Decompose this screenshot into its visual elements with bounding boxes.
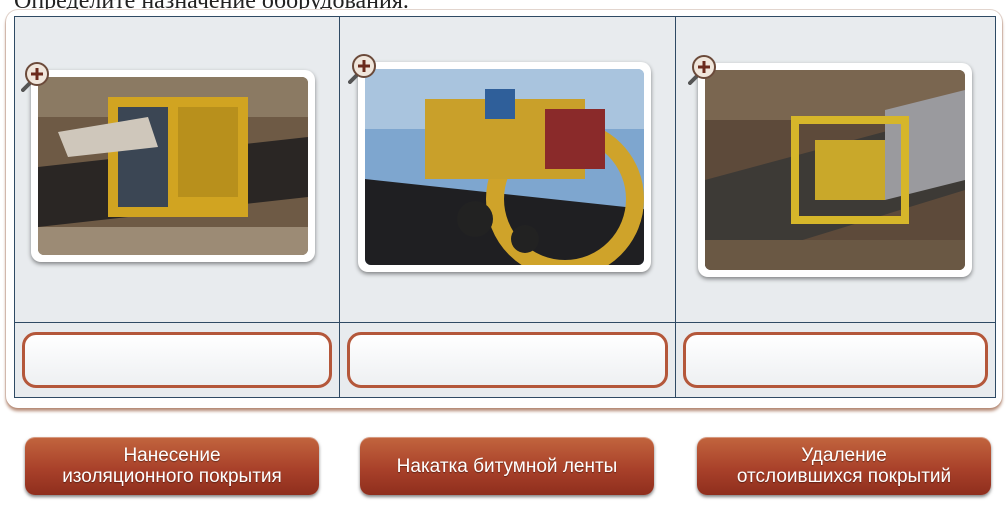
answer-button-label-line1: Нанесение [123,445,221,466]
answer-cell-2 [340,323,676,397]
answer-cell-1 [15,323,340,397]
zoom-in-icon[interactable] [21,60,53,92]
matching-grid [14,16,996,398]
photo-cell-2 [340,17,676,323]
drop-slot-2[interactable] [347,332,668,388]
answer-button-label-line2: отслоившихся покрытий [736,466,952,487]
answer-cell-3 [676,323,995,397]
photo-insulation-machine [38,77,308,255]
photo-card-1[interactable] [21,62,315,262]
photo-cell-1 [15,17,340,323]
photo-cell-3 [676,17,995,323]
answer-button-insulation-coating[interactable]: Нанесение изоляционного покрытия [25,437,319,495]
zoom-in-icon[interactable] [688,53,720,85]
photo-tape-wrapping-machine [365,69,644,265]
photo-coating-removal-machine [705,70,965,270]
photo-card-3[interactable] [688,55,972,277]
answer-button-bitumen-tape[interactable]: Накатка битумной ленты [360,437,654,495]
answer-button-label-line2: изоляционного покрытия [62,466,282,487]
zoom-in-icon[interactable] [348,52,380,84]
drop-slot-3[interactable] [683,332,988,388]
answer-button-label-line1: Удаление [801,445,887,466]
drop-slot-1[interactable] [22,332,332,388]
photo-card-2[interactable] [348,54,651,272]
answer-button-label-line1: Накатка битумной ленты [396,455,618,477]
answer-button-coating-removal[interactable]: Удаление отслоившихся покрытий [697,437,991,495]
